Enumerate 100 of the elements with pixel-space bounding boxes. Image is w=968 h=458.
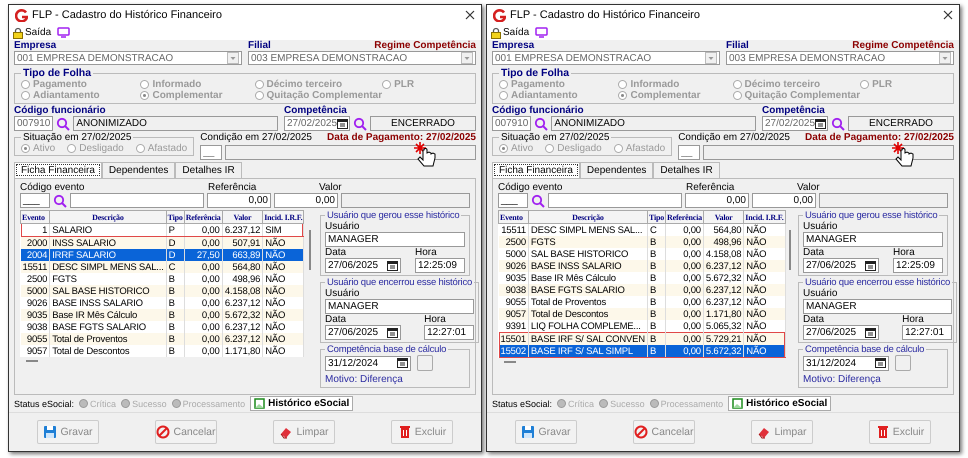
column-header[interactable]: Valor bbox=[703, 210, 744, 224]
monitor-icon[interactable] bbox=[535, 27, 548, 38]
radio-button[interactable] bbox=[254, 91, 264, 100]
radio-button[interactable] bbox=[860, 80, 870, 89]
history-button[interactable]: Histórico eSocial bbox=[728, 396, 832, 411]
radio-button[interactable] bbox=[21, 144, 30, 153]
value-field[interactable]: 0,00 bbox=[274, 193, 338, 208]
tab[interactable]: Detalhes IR bbox=[175, 162, 242, 178]
column-header[interactable]: Incid. I.R.F. bbox=[262, 210, 304, 224]
radio-button[interactable] bbox=[499, 80, 508, 89]
user-field[interactable]: MANAGER bbox=[325, 232, 465, 247]
date-field[interactable]: 27/02/2025 bbox=[284, 116, 350, 131]
user-field[interactable]: MANAGER bbox=[803, 299, 952, 314]
calendar-icon[interactable] bbox=[397, 358, 408, 368]
table-row[interactable]: 9038 BASE FGTS SALARIO B 0,00 6.237,12 NÃO bbox=[498, 284, 786, 296]
calendar-icon[interactable] bbox=[387, 260, 398, 270]
radio-button[interactable] bbox=[499, 91, 508, 100]
search-icon[interactable] bbox=[56, 116, 70, 130]
column-header[interactable]: Referência bbox=[666, 210, 704, 224]
search-icon[interactable] bbox=[531, 194, 545, 208]
scrollbar-thumb[interactable] bbox=[504, 361, 516, 363]
value-field[interactable]: 0,00 bbox=[752, 193, 816, 208]
column-header[interactable]: Descrição bbox=[50, 210, 166, 224]
company-dropdown[interactable]: 001 EMPRESA DEMONSTRACAO bbox=[14, 51, 242, 65]
table-row[interactable]: 2000 INSS SALARIO D 0,00 507,91 NÃO bbox=[20, 236, 304, 249]
time-field[interactable]: 12:27:01 bbox=[902, 325, 952, 340]
user-field[interactable]: MANAGER bbox=[325, 299, 474, 314]
time-field[interactable]: 12:25:09 bbox=[893, 258, 943, 273]
scrollbar-thumb[interactable] bbox=[26, 360, 38, 362]
table-row[interactable]: 9055 Total de Proventos B 0,00 6.237,12 NÃO bbox=[20, 333, 304, 345]
calendar-icon[interactable] bbox=[337, 118, 348, 128]
radio-button[interactable] bbox=[732, 80, 742, 89]
scrollbar-thumb[interactable] bbox=[788, 230, 791, 270]
calendar-icon[interactable] bbox=[387, 328, 398, 338]
date-field[interactable]: 27/06/2025 bbox=[803, 325, 879, 340]
radio-button[interactable] bbox=[140, 80, 150, 89]
branch-dropdown[interactable]: 003 EMPRESA DEMONSTRACAO bbox=[248, 51, 476, 65]
calendar-icon[interactable] bbox=[865, 260, 876, 270]
square-button[interactable] bbox=[895, 355, 911, 371]
search-icon[interactable] bbox=[534, 116, 548, 130]
caret-icon[interactable] bbox=[227, 52, 239, 64]
column-header[interactable]: Evento bbox=[20, 210, 50, 224]
radio-button[interactable] bbox=[499, 144, 508, 153]
reference-field[interactable]: 0,00 bbox=[685, 193, 749, 208]
time-field[interactable]: 12:25:09 bbox=[415, 258, 465, 273]
tab[interactable]: Dependentes bbox=[580, 162, 654, 178]
caret-icon[interactable] bbox=[705, 52, 717, 64]
close-icon[interactable] bbox=[943, 10, 953, 20]
code-field[interactable]: ___ bbox=[20, 193, 50, 208]
history-button[interactable]: Histórico eSocial bbox=[250, 396, 354, 411]
column-header[interactable]: Evento bbox=[498, 210, 528, 224]
calendar-icon[interactable] bbox=[815, 118, 826, 128]
column-header[interactable]: Descrição bbox=[528, 210, 648, 224]
branch-dropdown[interactable]: 003 EMPRESA DEMONSTRACAO bbox=[726, 51, 954, 65]
exit-button[interactable]: Saída bbox=[13, 26, 52, 38]
time-field[interactable]: 12:27:01 bbox=[424, 325, 474, 340]
calendar-icon[interactable] bbox=[875, 358, 886, 368]
table-row[interactable]: 9057 Total de Descontos B 0,00 1.171,80 NÃO bbox=[20, 345, 304, 357]
table-row[interactable]: 15501 BASE IRF S/ SAL CONVEN B 0,00 5.729,21 NÃO bbox=[498, 332, 786, 345]
radio-button[interactable] bbox=[21, 91, 30, 100]
search-icon[interactable] bbox=[53, 194, 67, 208]
close-icon[interactable] bbox=[465, 10, 475, 20]
code-field[interactable]: 007910 bbox=[14, 116, 54, 131]
reference-field[interactable]: 0,00 bbox=[207, 193, 271, 208]
radio-button[interactable] bbox=[614, 144, 623, 153]
date-field[interactable]: 27/06/2025 bbox=[803, 258, 879, 273]
exit-button[interactable]: Saída bbox=[491, 26, 530, 38]
tab[interactable]: Ficha Financeira bbox=[14, 162, 102, 178]
code-field[interactable]: 007910 bbox=[492, 116, 532, 131]
table-row[interactable]: 2500 FGTS B 0,00 498,96 NÃO bbox=[498, 236, 786, 248]
radio-button[interactable] bbox=[21, 80, 30, 89]
radio-button[interactable] bbox=[140, 91, 150, 100]
caret-icon[interactable] bbox=[939, 52, 951, 64]
radio-button[interactable] bbox=[67, 144, 76, 153]
code-field[interactable]: ___ bbox=[498, 193, 528, 208]
search-icon[interactable] bbox=[353, 116, 367, 130]
table-row[interactable]: 9057 Total de Descontos B 0,00 1.171,80 NÃO bbox=[498, 308, 786, 320]
search-icon[interactable] bbox=[831, 116, 845, 130]
square-button[interactable] bbox=[417, 355, 433, 371]
user-field[interactable]: MANAGER bbox=[803, 232, 943, 247]
column-header[interactable]: Tipo bbox=[166, 210, 184, 224]
radio-button[interactable] bbox=[732, 91, 742, 100]
radio-button[interactable] bbox=[545, 144, 554, 153]
caret-icon[interactable] bbox=[461, 52, 473, 64]
radio-button[interactable] bbox=[254, 80, 264, 89]
company-dropdown[interactable]: 001 EMPRESA DEMONSTRACAO bbox=[492, 51, 720, 65]
table-row[interactable]: 9035 Base IR Mês Cálculo B 0,00 5.672,32 NÃO bbox=[20, 309, 304, 321]
tab[interactable]: Detalhes IR bbox=[653, 162, 720, 178]
date-field[interactable]: 27/06/2025 bbox=[325, 325, 401, 340]
tab[interactable]: Dependentes bbox=[102, 162, 176, 178]
scrollbar-thumb[interactable] bbox=[309, 230, 312, 270]
table-row[interactable]: 9026 BASE INSS SALARIO B 0,00 6.237,12 NÃO bbox=[498, 260, 786, 272]
column-header[interactable]: Referência bbox=[184, 210, 222, 224]
column-header[interactable]: Incid. I.R.F. bbox=[744, 210, 786, 224]
radio-button[interactable] bbox=[136, 144, 145, 153]
column-header[interactable]: Valor bbox=[222, 210, 263, 224]
calendar-icon[interactable] bbox=[865, 328, 876, 338]
column-header[interactable]: Tipo bbox=[647, 210, 666, 224]
table-row[interactable]: 15502 BASE IRF S/ SAL SIMPL B 0,00 5.672,32 NÃO bbox=[498, 345, 786, 358]
date-field[interactable]: 27/02/2025 bbox=[762, 116, 828, 131]
